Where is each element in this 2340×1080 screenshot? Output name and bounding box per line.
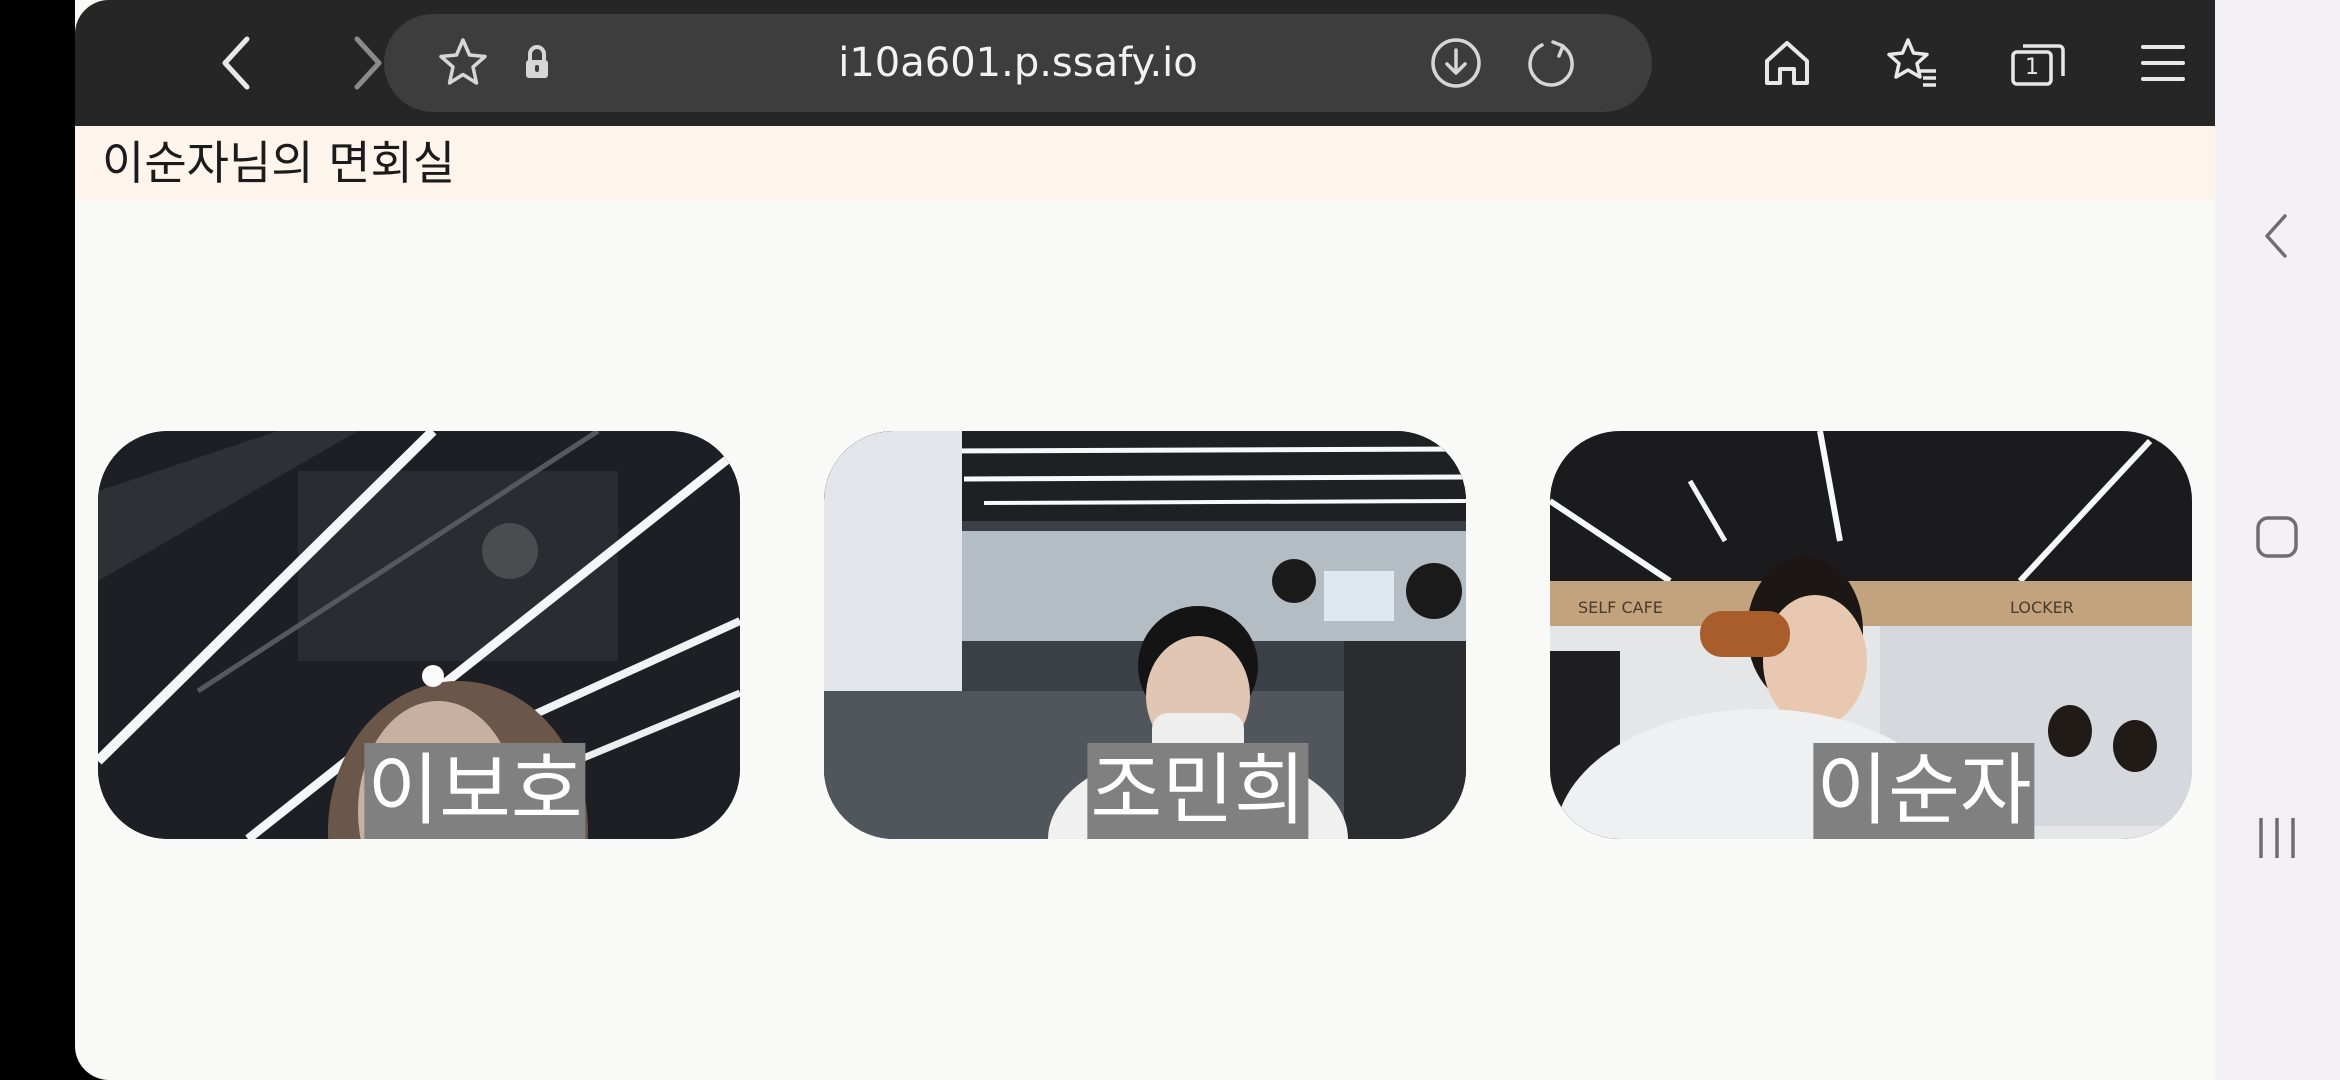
- participant-name-label: 이보호: [364, 743, 586, 839]
- system-navigation-bar: [2215, 0, 2340, 1080]
- participant-video-tile[interactable]: SELF CAFE LOCKER 이순자: [1550, 431, 2192, 839]
- chevron-right-icon: [347, 33, 387, 93]
- participant-video-tile[interactable]: 이보호: [98, 431, 740, 839]
- back-icon[interactable]: [2237, 196, 2317, 276]
- page-title: 이순자님의 면회실: [102, 136, 456, 190]
- tab-count: 1: [2025, 55, 2039, 80]
- recents-icon[interactable]: [2237, 798, 2317, 878]
- browser-screen: i10a601.p.ssafy.io 1 이순자님의 면회실 이보호 조민희 S…: [75, 0, 2215, 1080]
- participant-name-label: 조민희: [1087, 743, 1309, 839]
- menu-icon: [2140, 41, 2186, 85]
- back-button[interactable]: [197, 23, 277, 103]
- room-title-bar: 이순자님의 면회실: [75, 126, 2215, 201]
- home-button[interactable]: [1747, 23, 1827, 103]
- participant-name-label: 이순자: [1813, 743, 2035, 839]
- download-icon[interactable]: [1426, 33, 1486, 93]
- bookmarks-button[interactable]: [1872, 23, 1952, 103]
- svg-text:SELF CAFE: SELF CAFE: [1578, 598, 1663, 617]
- reload-icon[interactable]: [1522, 33, 1582, 93]
- svg-text:LOCKER: LOCKER: [2010, 598, 2074, 617]
- address-bar[interactable]: i10a601.p.ssafy.io: [384, 14, 1652, 112]
- browser-toolbar: i10a601.p.ssafy.io 1: [75, 0, 2215, 126]
- home-icon[interactable]: [2237, 497, 2317, 577]
- participant-video-tile[interactable]: 조민희: [824, 431, 1466, 839]
- chevron-left-icon: [217, 33, 257, 93]
- tabs-button[interactable]: 1: [1998, 23, 2078, 103]
- home-icon: [1759, 35, 1815, 91]
- bookmarks-icon: [1882, 35, 1942, 91]
- menu-button[interactable]: [2123, 23, 2203, 103]
- tabs-icon: 1: [2009, 38, 2067, 88]
